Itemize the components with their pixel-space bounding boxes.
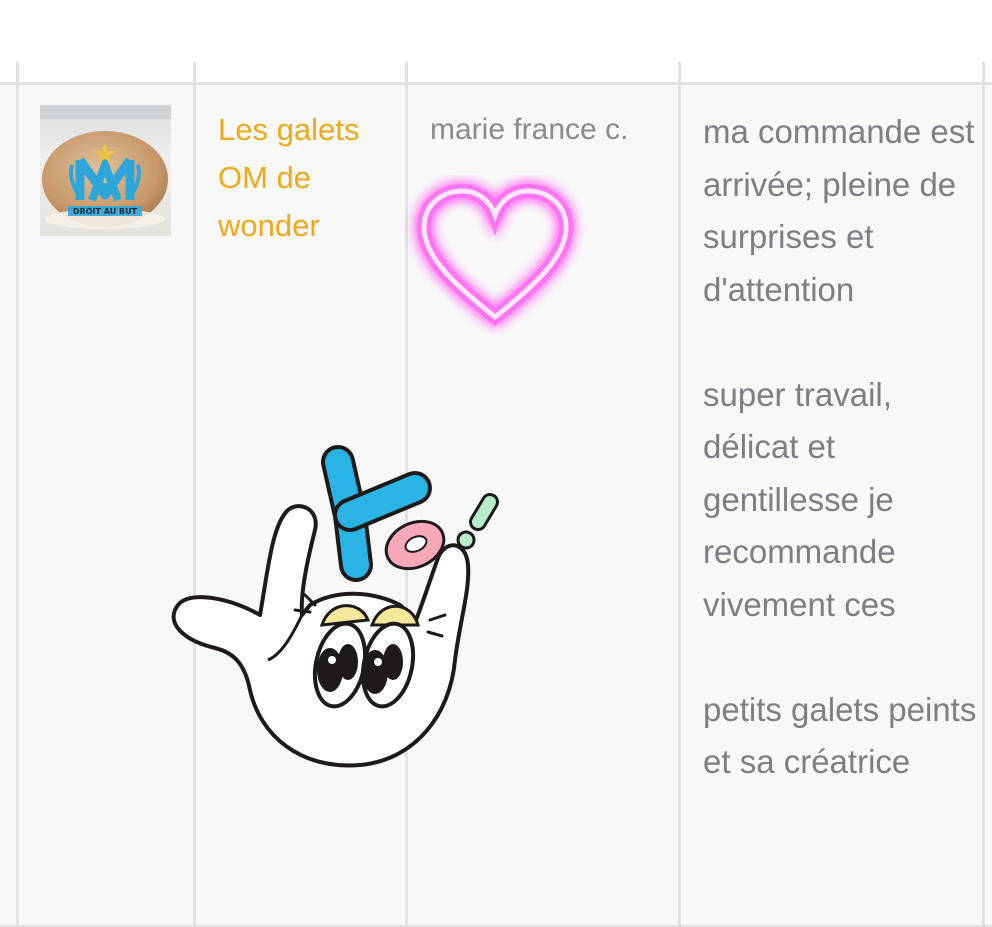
review-paragraph: super travail, délicat et gentillesse je… [703,375,896,623]
table-divider [16,62,19,927]
neon-heart-icon [416,183,574,326]
review-paragraph: petits galets peints et sa créatrice [703,690,977,781]
product-title-link[interactable]: Les galets OM de wonder [218,106,393,250]
svg-text:DROIT AU BUT: DROIT AU BUT [73,207,138,216]
reviews-page: DROIT AU BUT Les galets OM de wonder mar… [0,0,992,927]
yo-hand-sticker [160,440,510,780]
table-divider [982,62,985,927]
table-divider [678,62,681,927]
product-thumbnail[interactable]: DROIT AU BUT [40,105,171,236]
om-logo-painted-pebble-icon: DROIT AU BUT [40,105,171,236]
review-text: ma commande est arrivée; pleine de surpr… [703,106,978,789]
review-paragraph: ma commande est arrivée; pleine de surpr… [703,113,975,308]
review-author: marie france c. [430,113,629,146]
yo-hand-sticker-icon [171,445,499,768]
neon-heart-sticker [400,175,590,335]
